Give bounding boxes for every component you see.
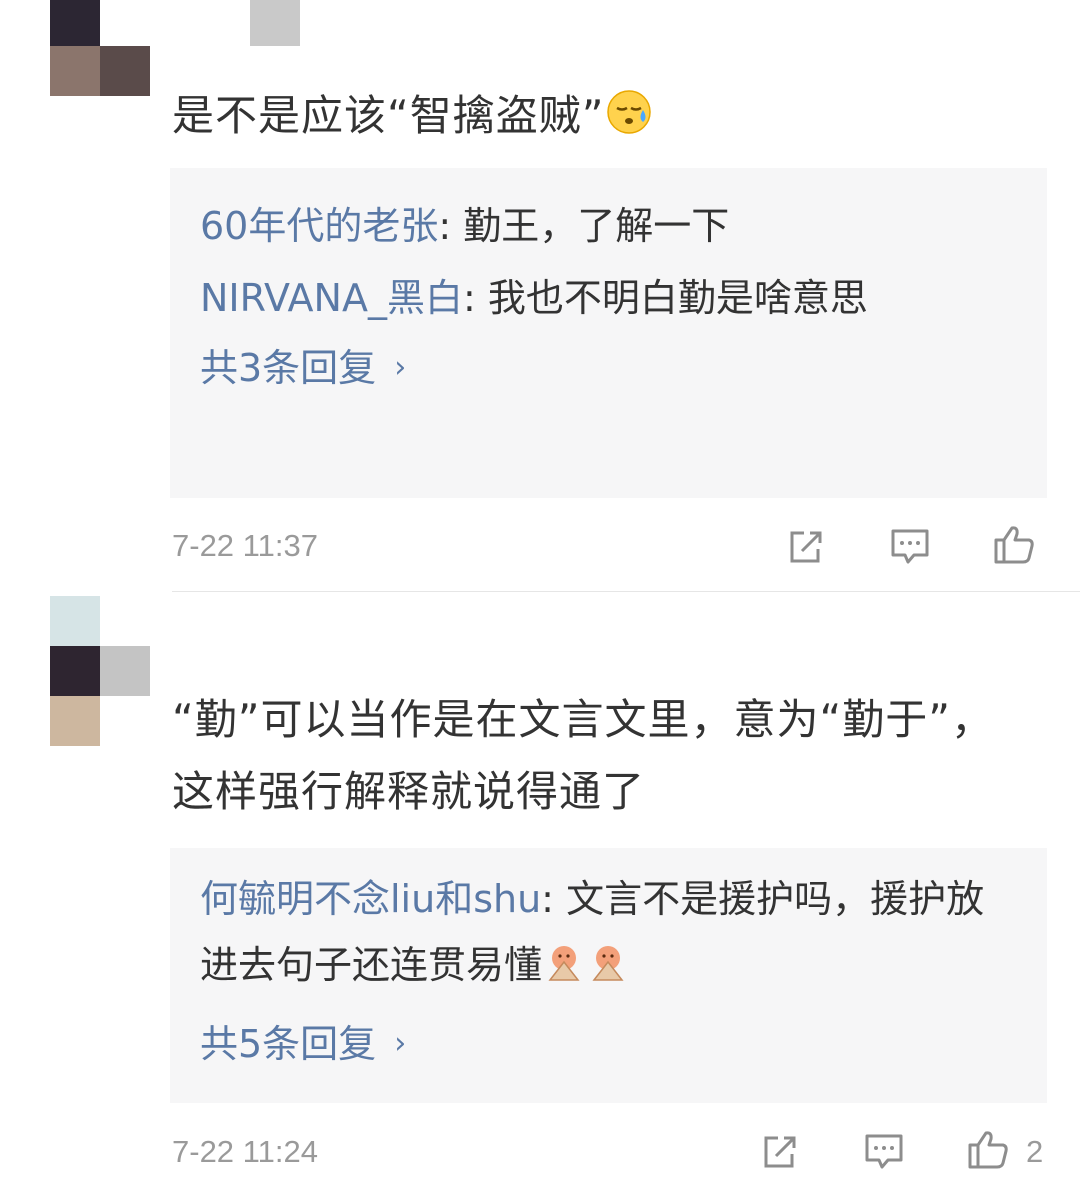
comment-icon	[865, 1134, 903, 1169]
reply-box: 何毓明不念liu和shu: 文言不是援护吗，援护放进去句子还连贯易懂 共5条回复…	[170, 848, 1047, 1103]
comment-button[interactable]	[862, 1130, 906, 1174]
username-blur[interactable]	[250, 0, 300, 46]
share-icon	[764, 1136, 796, 1168]
share-button[interactable]	[758, 1130, 802, 1174]
fan-emoji	[542, 938, 586, 1004]
reply-username[interactable]: 60年代的老张	[200, 204, 438, 248]
comment-timestamp: 7-22 11:37	[172, 528, 318, 563]
reply-text: 我也不明白勤是啥意思	[487, 276, 868, 320]
reply-item: 何毓明不念liu和shu: 文言不是援护吗，援护放进去句子还连贯易懂	[200, 866, 990, 1004]
avatar[interactable]	[50, 0, 150, 96]
comment-text: “勤”可以当作是在文言文里，意为“勤于”，这样强行解释就说得通了	[172, 695, 995, 816]
more-replies-link[interactable]: 共3条回复 ›	[200, 338, 1017, 398]
like-count: 2	[1026, 1134, 1044, 1169]
comment-timestamp: 7-22 11:24	[172, 1134, 318, 1169]
avatar[interactable]	[50, 596, 150, 746]
more-replies-link[interactable]: 共5条回复 ›	[200, 1014, 1017, 1074]
share-button[interactable]	[784, 525, 828, 569]
sweat-face-emoji	[605, 86, 653, 158]
comment-button[interactable]	[888, 525, 932, 569]
thumbs-up-icon	[994, 526, 1034, 564]
chevron-right-icon: ›	[394, 350, 407, 385]
reply-item: NIRVANA_黑白: 我也不明白勤是啥意思	[200, 276, 868, 320]
like-button[interactable]	[966, 1127, 1010, 1171]
comment-item: 是不是应该“智擒盗贼” 60年代的老张: 勤王，了解一下 NIRVANA_黑白:…	[0, 0, 1080, 592]
share-icon	[790, 531, 822, 563]
reply-box: 60年代的老张: 勤王，了解一下 NIRVANA_黑白: 我也不明白勤是啥意思 …	[170, 168, 1047, 498]
reply-username[interactable]: 何毓明不念liu和shu	[200, 877, 541, 921]
comment-item: “勤”可以当作是在文言文里，意为“勤于”，这样强行解释就说得通了 何毓明不念li…	[0, 592, 1080, 1197]
comment-icon	[891, 529, 929, 564]
chevron-right-icon: ›	[394, 1026, 407, 1061]
reply-username[interactable]: NIRVANA_黑白	[200, 276, 463, 320]
like-button[interactable]	[992, 522, 1036, 566]
reply-item: 60年代的老张: 勤王，了解一下	[200, 204, 730, 248]
fan-emoji	[586, 938, 630, 1004]
comment-text: 是不是应该“智擒盗贼”	[172, 80, 1032, 158]
thumbs-up-icon	[968, 1131, 1008, 1169]
reply-text: 勤王，了解一下	[463, 204, 730, 248]
